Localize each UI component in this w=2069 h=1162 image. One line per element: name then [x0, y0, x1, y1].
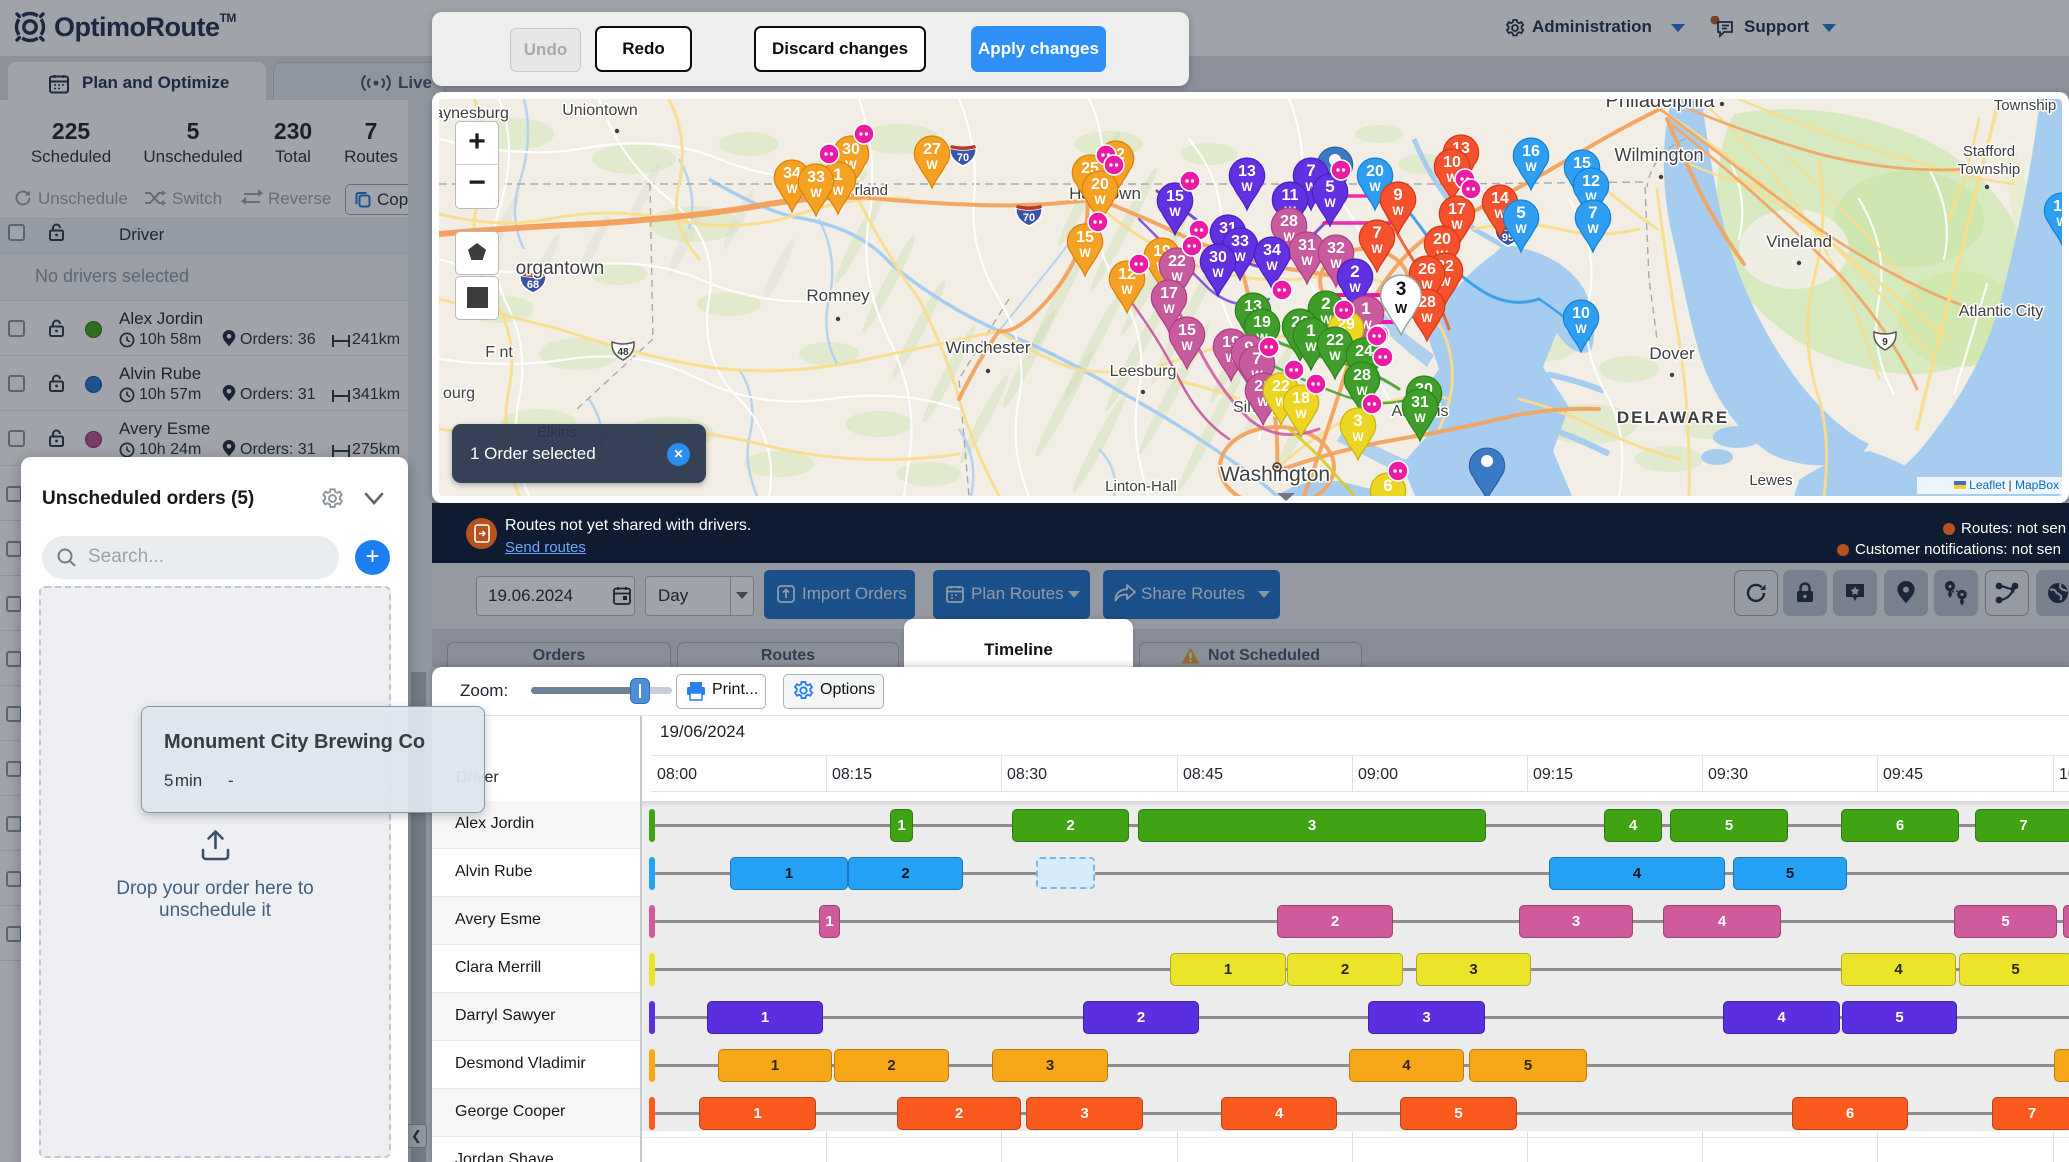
svg-text:7: 7 [1372, 223, 1381, 242]
svg-text:10: 10 [1572, 305, 1590, 322]
svg-text:1: 1 [1306, 321, 1315, 340]
svg-text:12: 12 [1582, 173, 1600, 190]
svg-text:27: 27 [923, 141, 941, 158]
svg-text:W: W [1305, 340, 1317, 354]
svg-text:W: W [1094, 193, 1106, 207]
svg-text:9: 9 [1393, 185, 1402, 204]
svg-text:W: W [1515, 222, 1527, 236]
svg-text:34: 34 [1263, 242, 1281, 259]
svg-text:2: 2 [1350, 262, 1359, 281]
svg-text:33: 33 [807, 169, 825, 186]
svg-text:W: W [1587, 222, 1599, 236]
svg-text:7: 7 [1306, 161, 1315, 180]
svg-text:7: 7 [1588, 203, 1597, 222]
svg-text:11: 11 [1282, 187, 1299, 204]
svg-text:W: W [1349, 281, 1361, 295]
svg-text:26: 26 [1418, 261, 1436, 278]
svg-text:13: 13 [2053, 198, 2062, 215]
svg-text:W: W [1352, 430, 1364, 444]
svg-text:2: 2 [1321, 294, 1330, 313]
svg-text:W: W [1324, 196, 1336, 210]
svg-text:W: W [1169, 205, 1181, 219]
svg-text:W: W [1421, 311, 1433, 325]
svg-text:W: W [1181, 339, 1193, 353]
svg-text:W: W [832, 184, 844, 198]
svg-text:5: 5 [1325, 177, 1334, 196]
svg-text:W: W [2056, 215, 2062, 229]
svg-text:30: 30 [1209, 249, 1227, 266]
svg-text:W: W [1295, 407, 1307, 421]
svg-text:W: W [1395, 301, 1408, 316]
svg-text:30: 30 [842, 141, 860, 158]
svg-text:17: 17 [1448, 201, 1466, 218]
svg-text:5: 5 [1516, 203, 1525, 222]
svg-text:19: 19 [1253, 314, 1271, 331]
svg-text:W: W [1414, 411, 1426, 425]
svg-text:32: 32 [1327, 240, 1345, 257]
svg-text:22: 22 [1168, 253, 1186, 270]
svg-text:W: W [1525, 160, 1537, 174]
svg-text:13: 13 [1238, 163, 1256, 180]
svg-text:31: 31 [1298, 237, 1316, 254]
svg-text:W: W [786, 182, 798, 196]
svg-text:15: 15 [1166, 188, 1184, 205]
svg-text:28: 28 [1280, 213, 1298, 230]
svg-text:18: 18 [1292, 390, 1310, 407]
svg-text:W: W [1163, 302, 1175, 316]
svg-text:17: 17 [1160, 285, 1178, 302]
svg-text:W: W [1369, 180, 1381, 194]
svg-text:W: W [926, 158, 938, 172]
svg-text:1: 1 [833, 165, 842, 184]
svg-text:W: W [1121, 283, 1133, 297]
svg-text:20: 20 [1091, 176, 1109, 193]
svg-text:W: W [1079, 246, 1091, 260]
svg-text:W: W [1266, 259, 1278, 273]
svg-text:15: 15 [1178, 322, 1196, 339]
svg-text:22: 22 [1326, 332, 1344, 349]
svg-text:W: W [1382, 495, 1394, 496]
svg-text:1: 1 [1361, 299, 1370, 318]
svg-text:W: W [1212, 266, 1224, 280]
svg-text:20: 20 [1366, 163, 1384, 180]
svg-text:3: 3 [1353, 411, 1362, 430]
svg-text:3: 3 [1396, 279, 1407, 300]
svg-text:33: 33 [1231, 233, 1249, 250]
svg-text:W: W [1329, 349, 1341, 363]
svg-text:W: W [810, 186, 822, 200]
svg-text:24: 24 [1355, 343, 1373, 360]
svg-text:15: 15 [1076, 229, 1094, 246]
svg-text:28: 28 [1353, 367, 1371, 384]
svg-text:14: 14 [1491, 190, 1509, 207]
svg-text:20: 20 [1433, 231, 1451, 248]
svg-text:31: 31 [1411, 394, 1429, 411]
svg-text:16: 16 [1522, 143, 1540, 160]
svg-text:10: 10 [1443, 154, 1461, 171]
svg-text:W: W [1575, 322, 1587, 336]
svg-text:W: W [1392, 204, 1404, 218]
svg-text:W: W [1241, 180, 1253, 194]
svg-text:W: W [1301, 254, 1313, 268]
svg-text:W: W [1371, 242, 1383, 256]
